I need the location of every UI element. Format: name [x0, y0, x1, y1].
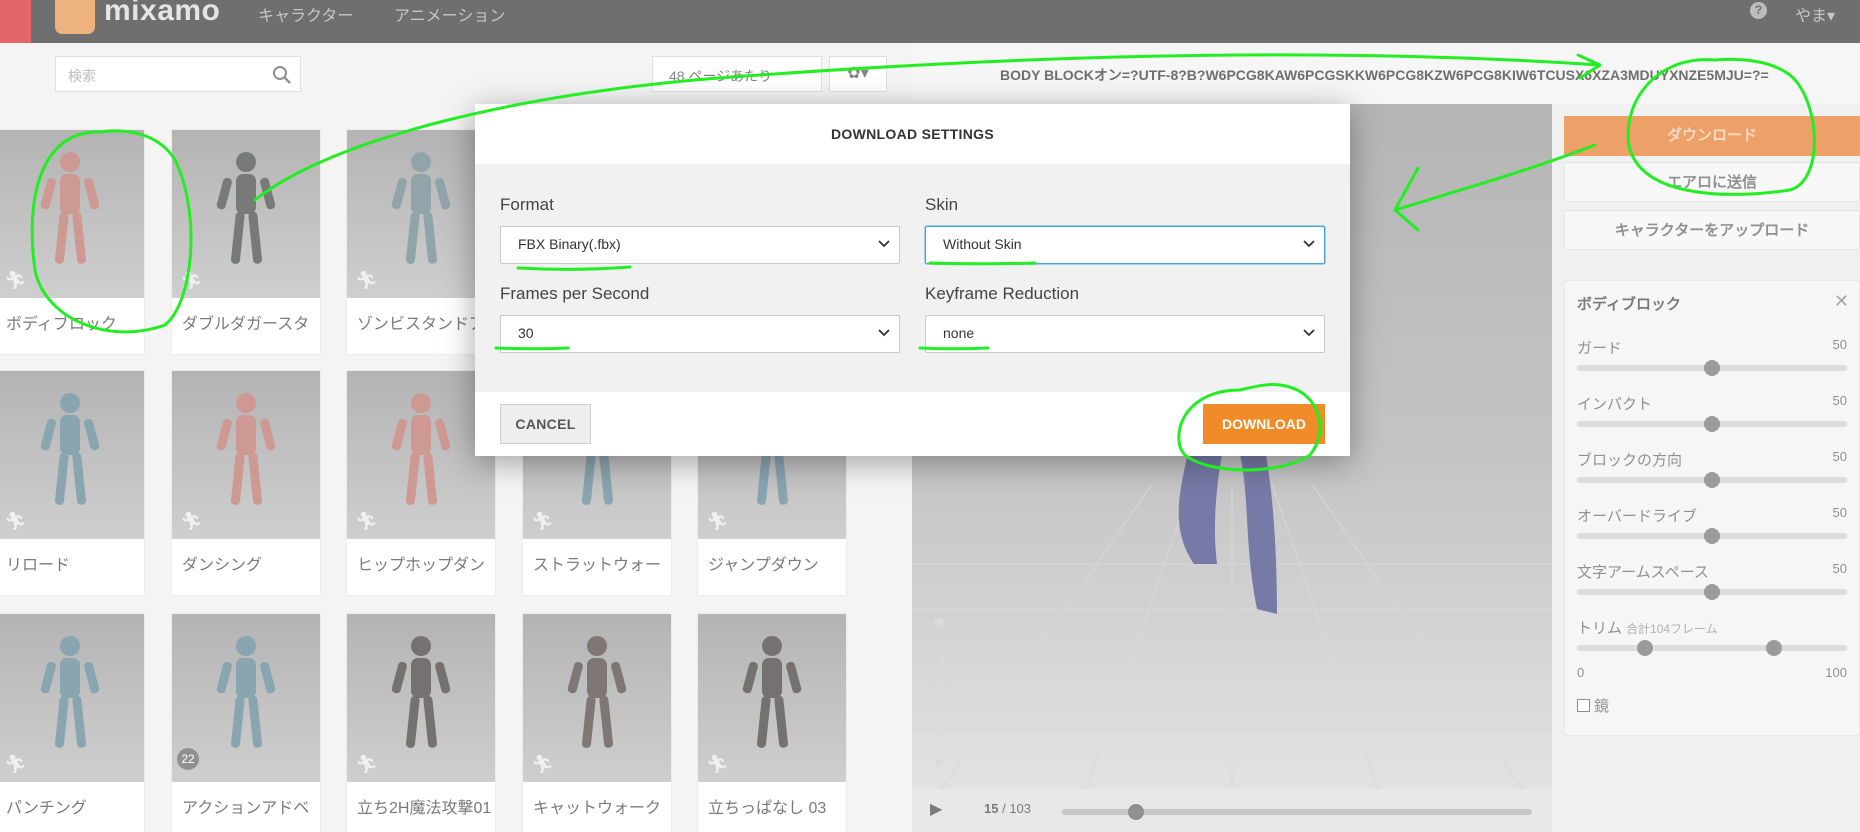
fps-select[interactable]: 30 — [500, 315, 900, 353]
format-select[interactable]: FBX Binary(.fbx) — [500, 226, 900, 264]
keyframe-value: none — [943, 325, 975, 341]
dialog-title: DOWNLOAD SETTINGS — [831, 126, 994, 142]
fps-value: 30 — [518, 325, 534, 341]
format-label: Format — [500, 195, 554, 214]
skin-select[interactable]: Without Skin — [925, 226, 1325, 264]
chevron-down-icon — [878, 329, 890, 337]
keyframe-select[interactable]: none — [925, 315, 1325, 353]
keyframe-label: Keyframe Reduction — [925, 284, 1080, 303]
cancel-button[interactable]: CANCEL — [500, 404, 591, 444]
fps-label: Frames per Second — [500, 284, 650, 303]
download-confirm-button[interactable]: DOWNLOAD — [1203, 404, 1325, 444]
chevron-down-icon — [1303, 329, 1315, 337]
download-settings-dialog: DOWNLOAD SETTINGS Format FBX Binary(.fbx… — [475, 104, 1350, 456]
format-value: FBX Binary(.fbx) — [518, 236, 621, 252]
dialog-body: Format FBX Binary(.fbx) Skin Without Ski… — [475, 164, 1350, 392]
chevron-down-icon — [878, 240, 890, 248]
skin-value: Without Skin — [943, 236, 1022, 252]
chevron-down-icon — [1303, 240, 1315, 248]
skin-label: Skin — [925, 195, 959, 214]
